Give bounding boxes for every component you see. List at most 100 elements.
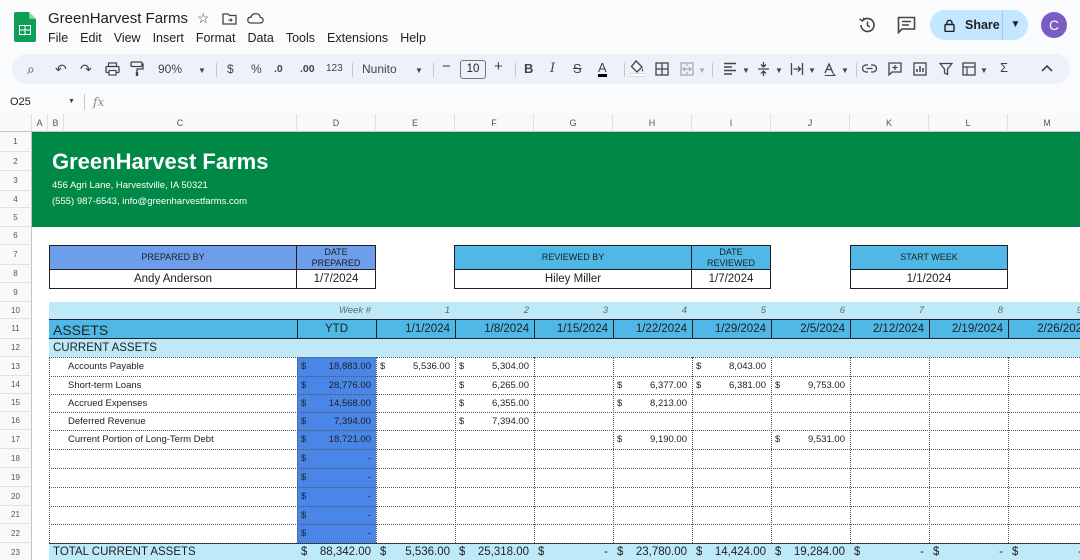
- name-box-dropdown-icon[interactable]: ▼: [68, 98, 75, 105]
- menu-view[interactable]: View: [114, 31, 146, 45]
- cell-value[interactable]: 6,355.00: [455, 398, 534, 409]
- text-rotation-icon[interactable]: [823, 62, 837, 76]
- row-header-17[interactable]: 17: [0, 430, 32, 449]
- date-prepared-value[interactable]: 1/7/2024: [297, 270, 375, 288]
- row-header-4[interactable]: 4: [0, 191, 32, 208]
- row-header-12[interactable]: 12: [0, 339, 32, 357]
- row-header-11[interactable]: 11: [0, 319, 32, 339]
- total-ytd[interactable]: 88,342.00: [297, 546, 376, 558]
- decrease-font-size-icon[interactable]: −: [442, 59, 451, 75]
- filter-icon[interactable]: [939, 62, 953, 76]
- column-header-g[interactable]: G: [534, 114, 613, 132]
- undo-icon[interactable]: ↶: [55, 61, 67, 77]
- column-header-j[interactable]: J: [771, 114, 850, 132]
- line-item-label[interactable]: Current Portion of Long-Term Debt: [68, 434, 214, 445]
- cell-value[interactable]: 6,265.00: [455, 380, 534, 391]
- row-header-5[interactable]: 5: [0, 208, 32, 227]
- total-value[interactable]: -: [929, 546, 1008, 558]
- menu-tools[interactable]: Tools: [286, 31, 320, 45]
- ytd-value[interactable]: 18,883.00: [297, 361, 376, 372]
- cell-value[interactable]: 5,536.00: [376, 361, 455, 372]
- insert-link-icon[interactable]: [862, 63, 877, 74]
- star-icon[interactable]: ☆: [197, 10, 210, 27]
- text-wrapping-icon[interactable]: [790, 62, 804, 76]
- cell-value[interactable]: 9,531.00: [771, 434, 850, 445]
- ytd-value[interactable]: -: [297, 472, 376, 483]
- menu-extensions[interactable]: Extensions: [327, 31, 393, 45]
- row-header-10[interactable]: 10: [0, 302, 32, 319]
- wrap-dropdown-icon[interactable]: ▼: [808, 63, 816, 79]
- row-header-18[interactable]: 18: [0, 449, 32, 468]
- decrease-decimal-button[interactable]: .0: [274, 61, 283, 77]
- paint-format-icon[interactable]: [130, 61, 144, 77]
- column-header-a[interactable]: A: [32, 114, 48, 132]
- zoom-select[interactable]: 90%: [158, 61, 182, 77]
- sheets-logo-icon[interactable]: [14, 12, 36, 42]
- row-header-14[interactable]: 14: [0, 376, 32, 394]
- sheet-grid[interactable]: A B C D E F G H I J K L M 1 2 3 4 5 6 7 8 9 10 11 12 13 14 15 16 17 18…: [0, 114, 1080, 560]
- ytd-value[interactable]: -: [297, 453, 376, 464]
- name-box[interactable]: O25: [10, 96, 31, 108]
- select-all-corner[interactable]: [0, 114, 32, 132]
- reviewed-by-value[interactable]: Hiley Miller: [455, 270, 691, 288]
- vertical-align-icon[interactable]: [757, 61, 770, 77]
- column-header-h[interactable]: H: [613, 114, 692, 132]
- format-currency-button[interactable]: $: [227, 61, 234, 77]
- column-header-c[interactable]: C: [64, 114, 297, 132]
- total-value[interactable]: -: [850, 546, 929, 558]
- cell-value[interactable]: 8,043.00: [692, 361, 771, 372]
- prepared-by-value[interactable]: Andy Anderson: [50, 270, 296, 288]
- search-menus-icon[interactable]: ⌕: [27, 61, 35, 77]
- column-header-e[interactable]: E: [376, 114, 455, 132]
- menu-help[interactable]: Help: [400, 31, 431, 45]
- merge-cells-icon[interactable]: [680, 62, 694, 76]
- strikethrough-icon[interactable]: S: [573, 61, 582, 77]
- line-item-label[interactable]: Deferred Revenue: [68, 416, 146, 427]
- line-item-label[interactable]: Short-term Loans: [68, 380, 141, 391]
- total-value[interactable]: 5,536.00: [376, 546, 455, 558]
- ytd-value[interactable]: -: [297, 528, 376, 539]
- total-value[interactable]: 25,318.00: [455, 546, 534, 558]
- functions-icon[interactable]: Σ: [1000, 60, 1008, 76]
- row-header-20[interactable]: 20: [0, 487, 32, 506]
- italic-icon[interactable]: I: [550, 61, 555, 77]
- formula-input[interactable]: [112, 92, 1072, 112]
- date-reviewed-value[interactable]: 1/7/2024: [692, 270, 770, 288]
- halign-dropdown-icon[interactable]: ▼: [742, 63, 750, 79]
- cell-value[interactable]: 6,381.00: [692, 380, 771, 391]
- start-week-value[interactable]: 1/1/2024: [851, 270, 1007, 288]
- font-dropdown-icon[interactable]: ▼: [415, 63, 423, 79]
- row-header-23[interactable]: 23: [0, 543, 32, 560]
- insert-chart-icon[interactable]: [913, 62, 927, 76]
- column-header-i[interactable]: I: [692, 114, 771, 132]
- ytd-value[interactable]: -: [297, 491, 376, 502]
- more-formats-button[interactable]: 123: [326, 61, 343, 77]
- row-header-8[interactable]: 8: [0, 265, 32, 283]
- move-folder-icon[interactable]: [222, 12, 237, 25]
- column-header-f[interactable]: F: [455, 114, 534, 132]
- menu-edit[interactable]: Edit: [80, 31, 107, 45]
- cell-value[interactable]: 5,304.00: [455, 361, 534, 372]
- total-value[interactable]: -: [1008, 546, 1080, 558]
- row-header-1[interactable]: 1: [0, 132, 32, 152]
- menu-data[interactable]: Data: [247, 31, 278, 45]
- row-header-19[interactable]: 19: [0, 468, 32, 487]
- merge-dropdown-icon[interactable]: ▼: [698, 63, 706, 79]
- ytd-value[interactable]: 14,568.00: [297, 398, 376, 409]
- increase-decimal-button[interactable]: .00: [300, 61, 315, 77]
- filter-views-dropdown-icon[interactable]: ▼: [980, 63, 988, 79]
- line-item-label[interactable]: Accounts Payable: [68, 361, 144, 372]
- total-value[interactable]: -: [534, 546, 613, 558]
- borders-icon[interactable]: [655, 62, 669, 76]
- cell-value[interactable]: 7,394.00: [455, 416, 534, 427]
- user-avatar[interactable]: C: [1041, 12, 1067, 38]
- valign-dropdown-icon[interactable]: ▼: [775, 63, 783, 79]
- cell-value[interactable]: 6,377.00: [613, 380, 692, 391]
- column-header-m[interactable]: M: [1008, 114, 1080, 132]
- row-header-21[interactable]: 21: [0, 506, 32, 524]
- ytd-value[interactable]: 7,394.00: [297, 416, 376, 427]
- ytd-value[interactable]: 18,721.00: [297, 434, 376, 445]
- font-size-input[interactable]: 10: [460, 60, 486, 79]
- redo-icon[interactable]: ↷: [80, 61, 92, 77]
- row-header-3[interactable]: 3: [0, 171, 32, 191]
